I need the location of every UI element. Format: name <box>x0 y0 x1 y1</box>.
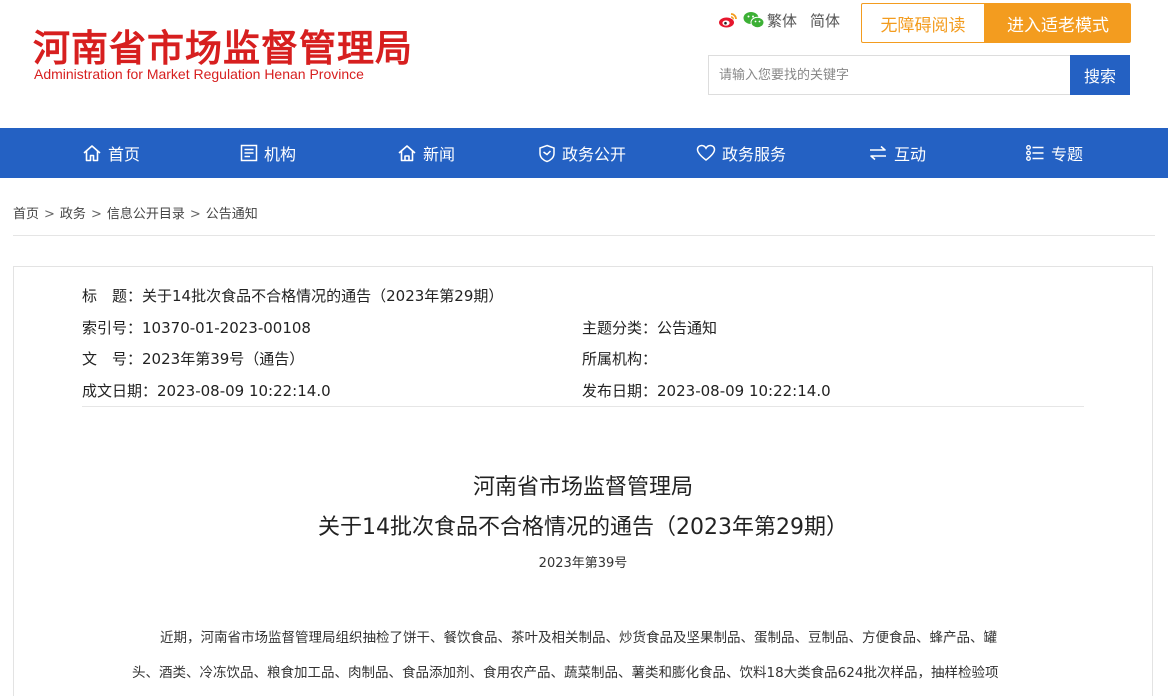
meta-published: 发布日期：2023-08-09 10:22:14.0 <box>582 380 831 401</box>
shield-icon <box>538 144 556 163</box>
meta-value: 公告通知 <box>657 319 718 337</box>
meta-title: 标 题：关于14批次食品不合格情况的通告（2023年第29期） <box>82 285 503 306</box>
weibo-icon[interactable] <box>718 11 738 29</box>
paragraph-line: 头、酒类、冷冻饮品、粮食加工品、肉制品、食品添加剂、食用农产品、蔬菜制品、薯类和… <box>132 665 999 681</box>
lang-traditional-link[interactable]: 繁体 <box>767 10 797 31</box>
topic-icon <box>1025 144 1045 162</box>
nav-item-interaction[interactable]: 互动 <box>868 128 926 178</box>
meta-label: 主题分类： <box>582 319 658 337</box>
meta-value: 2023-08-09 10:22:14.0 <box>157 382 331 400</box>
meta-label: 发布日期： <box>582 382 658 400</box>
document-number: 2023年第39号 <box>538 556 628 571</box>
meta-value: 2023年第39号（通告） <box>142 350 305 368</box>
news-icon <box>397 144 417 162</box>
meta-label: 文 号： <box>82 350 143 368</box>
nav-item-gov-affairs[interactable]: 政务公开 <box>538 128 626 178</box>
breadcrumb-gov[interactable]: 政务 <box>60 207 86 222</box>
exchange-icon <box>868 144 888 162</box>
meta-divider <box>82 406 1084 407</box>
document-paragraph: 近期，河南省市场监督管理局组织抽检了饼干、餐饮食品、茶叶及相关制品、炒货食品及坚… <box>132 621 1044 691</box>
breadcrumb-catalog[interactable]: 信息公开目录 <box>107 207 185 222</box>
breadcrumb-notices[interactable]: 公告通知 <box>206 207 258 222</box>
meta-value: 2023-08-09 10:22:14.0 <box>657 382 831 400</box>
org-icon <box>240 144 258 162</box>
main-nav: 首页 机构 新闻 政务公开 政务服务 互动 专题 <box>0 128 1168 178</box>
nav-label: 新闻 <box>423 145 456 164</box>
accessibility-button[interactable]: 无障碍阅读 <box>861 3 985 43</box>
nav-label: 机构 <box>264 145 297 164</box>
nav-label: 政务服务 <box>722 145 787 164</box>
nav-label: 专题 <box>1051 145 1084 164</box>
site-header: 河南省市场监督管理局 Administration for Market Reg… <box>0 0 1168 128</box>
breadcrumb-home[interactable]: 首页 <box>13 207 39 222</box>
breadcrumb-separator: > <box>189 207 201 222</box>
meta-category: 主题分类：公告通知 <box>582 317 717 338</box>
lang-simplified-link[interactable]: 简体 <box>810 10 840 31</box>
wechat-icon[interactable] <box>743 11 765 29</box>
document-title: 关于14批次食品不合格情况的通告（2023年第29期） <box>318 515 848 540</box>
paragraph-line: 近期，河南省市场监督管理局组织抽检了饼干、餐饮食品、茶叶及相关制品、炒货食品及坚… <box>160 630 997 646</box>
meta-value: 关于14批次食品不合格情况的通告（2023年第29期） <box>142 287 504 305</box>
nav-item-home[interactable]: 首页 <box>82 128 140 178</box>
meta-org: 所属机构： <box>582 348 657 369</box>
meta-index: 索引号：10370-01-2023-00108 <box>82 317 311 338</box>
meta-label: 所属机构： <box>582 350 658 368</box>
breadcrumb-separator: > <box>90 207 102 222</box>
nav-item-news[interactable]: 新闻 <box>397 128 455 178</box>
meta-label: 索引号： <box>82 319 143 337</box>
home-icon <box>82 144 102 162</box>
search-button[interactable]: 搜索 <box>1070 55 1130 95</box>
meta-created: 成文日期：2023-08-09 10:22:14.0 <box>82 380 331 401</box>
article-panel: 标 题：关于14批次食品不合格情况的通告（2023年第29期） 索引号：1037… <box>13 266 1153 696</box>
nav-label: 政务公开 <box>562 145 627 164</box>
elder-mode-button[interactable]: 进入适老模式 <box>985 3 1131 43</box>
meta-label: 成文日期： <box>82 382 158 400</box>
nav-label: 首页 <box>108 145 141 164</box>
nav-item-topics[interactable]: 专题 <box>1025 128 1083 178</box>
share-links <box>718 10 765 30</box>
heart-icon <box>696 144 716 162</box>
nav-item-gov-services[interactable]: 政务服务 <box>696 128 786 178</box>
site-title[interactable]: 河南省市场监督管理局 <box>33 18 413 72</box>
search-input[interactable] <box>708 55 1070 95</box>
meta-label: 标 题： <box>82 287 143 305</box>
breadcrumb: 首页 > 政务 > 信息公开目录 > 公告通知 <box>13 203 258 222</box>
nav-label: 互动 <box>894 145 927 164</box>
meta-docno: 文 号：2023年第39号（通告） <box>82 348 304 369</box>
site-subtitle: Administration for Market Regulation Hen… <box>34 66 364 82</box>
document-org: 河南省市场监督管理局 <box>472 475 693 500</box>
meta-value: 10370-01-2023-00108 <box>142 319 311 337</box>
nav-item-org[interactable]: 机构 <box>240 128 296 178</box>
breadcrumb-divider <box>13 235 1155 236</box>
breadcrumb-separator: > <box>44 207 55 222</box>
